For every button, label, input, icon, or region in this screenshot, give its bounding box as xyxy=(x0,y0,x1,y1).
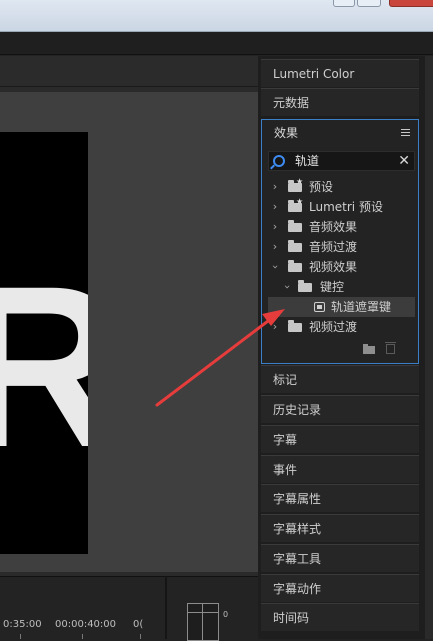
timecode-ruler-label: 00:00:40:00 xyxy=(55,619,117,630)
close-button[interactable] xyxy=(389,0,433,7)
new-bin-icon[interactable] xyxy=(363,344,375,354)
audio-meter-label: 0 xyxy=(223,610,229,619)
tree-item-video-effects[interactable]: › 视频效果 xyxy=(268,257,415,277)
tree-item-audio-transitions[interactable]: › 音频过渡 xyxy=(268,237,415,257)
tree-item-lumetri-presets[interactable]: › ★ Lumetri 预设 xyxy=(268,197,415,217)
tree-item-label: 轨道遮罩键 xyxy=(331,300,392,314)
panel-title-tools[interactable]: 字幕工具 xyxy=(261,544,419,572)
folder-icon: ★ xyxy=(288,198,303,212)
tree-item-track-matte-key[interactable]: 轨道遮罩键 xyxy=(268,297,415,317)
timecode-ruler-label: 0( xyxy=(133,619,144,630)
panel-timecode[interactable]: 时间码 xyxy=(261,603,419,631)
search-icon xyxy=(273,155,285,167)
panel-title-styles[interactable]: 字幕样式 xyxy=(261,514,419,542)
panel-divider[interactable] xyxy=(165,576,167,639)
ruler-tick xyxy=(20,634,21,639)
chevron-right-icon[interactable]: › xyxy=(270,217,280,237)
tree-item-label: 音频过渡 xyxy=(309,240,358,254)
audio-meter xyxy=(187,603,219,641)
ruler-tick xyxy=(140,634,141,639)
video-text: R xyxy=(0,238,88,495)
chevron-right-icon[interactable]: › xyxy=(270,317,280,337)
effects-search-input[interactable]: 轨道 ✕ xyxy=(268,151,415,171)
tree-item-label: 预设 xyxy=(309,180,334,194)
chevron-down-icon[interactable]: › xyxy=(277,282,297,292)
window-titlebar xyxy=(0,0,433,32)
tree-item-label: Lumetri 预设 xyxy=(309,200,383,214)
panel-menu-icon[interactable] xyxy=(401,129,410,137)
tree-item-label: 键控 xyxy=(320,280,345,294)
search-value: 轨道 xyxy=(295,154,320,168)
chevron-right-icon[interactable]: › xyxy=(270,177,280,197)
panel-lumetri-color[interactable]: Lumetri Color xyxy=(261,59,419,87)
chevron-down-icon[interactable]: › xyxy=(265,262,285,272)
maximize-button[interactable] xyxy=(357,0,381,7)
panel-events[interactable]: 事件 xyxy=(261,455,419,483)
panel-captions[interactable]: 字幕 xyxy=(261,425,419,453)
ruler-tick xyxy=(82,634,83,639)
chevron-right-icon[interactable]: › xyxy=(270,197,280,217)
tree-item-presets[interactable]: › ★ 预设 xyxy=(268,177,415,197)
panel-title-properties[interactable]: 字幕属性 xyxy=(261,484,419,512)
timeline-panel[interactable] xyxy=(0,576,258,640)
effect-icon xyxy=(314,302,325,312)
trash-icon[interactable] xyxy=(385,342,396,354)
folder-icon xyxy=(288,320,302,332)
panel-title-actions[interactable]: 字幕动作 xyxy=(261,574,419,602)
tree-item-label: 视频过渡 xyxy=(309,320,358,334)
video-frame: R xyxy=(0,132,88,554)
timecode-ruler-label: 0:35:00 xyxy=(3,619,42,630)
effects-panel-title[interactable]: 效果 xyxy=(262,120,418,146)
chevron-right-icon[interactable]: › xyxy=(270,237,280,257)
tree-item-audio-effects[interactable]: › 音频效果 xyxy=(268,217,415,237)
minimize-button[interactable] xyxy=(333,0,355,7)
folder-icon: ★ xyxy=(288,178,303,192)
scroll-edge xyxy=(425,56,433,639)
tree-item-label: 视频效果 xyxy=(309,260,358,274)
panel-markers[interactable]: 标记 xyxy=(261,365,419,393)
folder-icon xyxy=(288,260,302,272)
folder-icon xyxy=(298,280,312,292)
panel-history[interactable]: 历史记录 xyxy=(261,395,419,423)
clear-search-icon[interactable]: ✕ xyxy=(398,152,410,170)
monitor-tab-bar xyxy=(0,56,258,87)
tree-item-keying[interactable]: › 键控 xyxy=(268,277,415,297)
effects-panel: 效果 轨道 ✕ › ★ 预设 › ★ Lumetri 预设 › 音频效果 › 音… xyxy=(261,119,419,364)
tree-item-label: 音频效果 xyxy=(309,220,358,234)
panel-metadata[interactable]: 元数据 xyxy=(261,88,419,116)
folder-icon xyxy=(288,240,302,252)
folder-icon xyxy=(288,220,302,232)
program-monitor: R xyxy=(0,56,258,576)
menu-bar xyxy=(0,32,433,55)
tree-item-video-transitions[interactable]: › 视频过渡 xyxy=(268,317,415,337)
